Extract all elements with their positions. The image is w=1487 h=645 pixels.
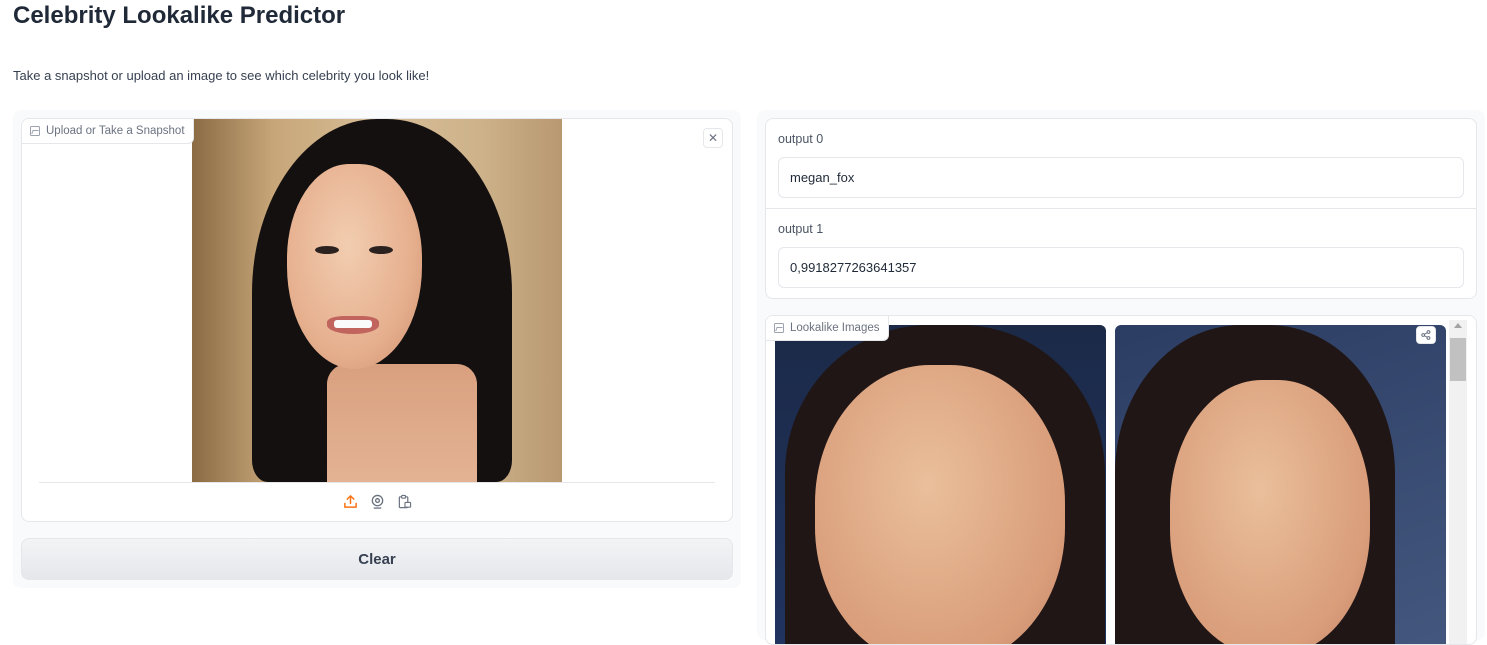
photo-neck bbox=[327, 364, 477, 482]
gallery-image-1[interactable] bbox=[775, 325, 1106, 644]
share-button[interactable] bbox=[1416, 326, 1436, 344]
image-icon bbox=[774, 323, 784, 333]
photo-teeth bbox=[334, 320, 372, 328]
gallery-image-2[interactable] bbox=[1115, 325, 1446, 644]
image-input-label: Upload or Take a Snapshot bbox=[22, 119, 194, 144]
output-1-label: output 1 bbox=[778, 222, 824, 236]
close-icon: ✕ bbox=[707, 131, 719, 145]
thumb1-face bbox=[815, 365, 1065, 644]
output-1-field[interactable]: 0,9918277263641357 bbox=[778, 247, 1464, 288]
output-0-label: output 0 bbox=[778, 132, 824, 146]
image-icon bbox=[30, 126, 40, 136]
photo-face bbox=[287, 164, 422, 369]
text-outputs: output 0 megan_fox output 1 0,9918277263… bbox=[765, 118, 1477, 299]
clipboard-icon[interactable] bbox=[396, 493, 412, 509]
clear-image-button[interactable]: ✕ bbox=[703, 128, 723, 148]
gallery-label: Lookalike Images bbox=[766, 316, 889, 341]
photo-eye-left bbox=[315, 246, 339, 254]
page-description: Take a snapshot or upload an image to se… bbox=[13, 68, 430, 83]
thumb2-face bbox=[1170, 380, 1370, 644]
gallery-label-text: Lookalike Images bbox=[790, 322, 880, 334]
source-selector bbox=[342, 493, 412, 509]
upload-icon[interactable] bbox=[342, 493, 358, 509]
share-icon bbox=[1421, 330, 1431, 340]
image-input[interactable]: Upload or Take a Snapshot ✕ bbox=[21, 118, 733, 522]
output-divider bbox=[766, 208, 1476, 209]
clear-button[interactable]: Clear bbox=[21, 538, 733, 580]
scroll-thumb[interactable] bbox=[1450, 338, 1466, 381]
source-divider bbox=[39, 482, 715, 483]
page-title: Celebrity Lookalike Predictor bbox=[13, 2, 346, 29]
uploaded-photo bbox=[192, 119, 562, 482]
lookalike-gallery: Lookalike Images bbox=[765, 315, 1477, 645]
scroll-up-arrow-icon[interactable] bbox=[1454, 323, 1462, 328]
output-0-field[interactable]: megan_fox bbox=[778, 157, 1464, 198]
image-input-label-text: Upload or Take a Snapshot bbox=[46, 125, 185, 137]
gallery-scrollbar[interactable] bbox=[1449, 320, 1467, 644]
webcam-icon[interactable] bbox=[369, 493, 385, 509]
photo-eye-right bbox=[369, 246, 393, 254]
